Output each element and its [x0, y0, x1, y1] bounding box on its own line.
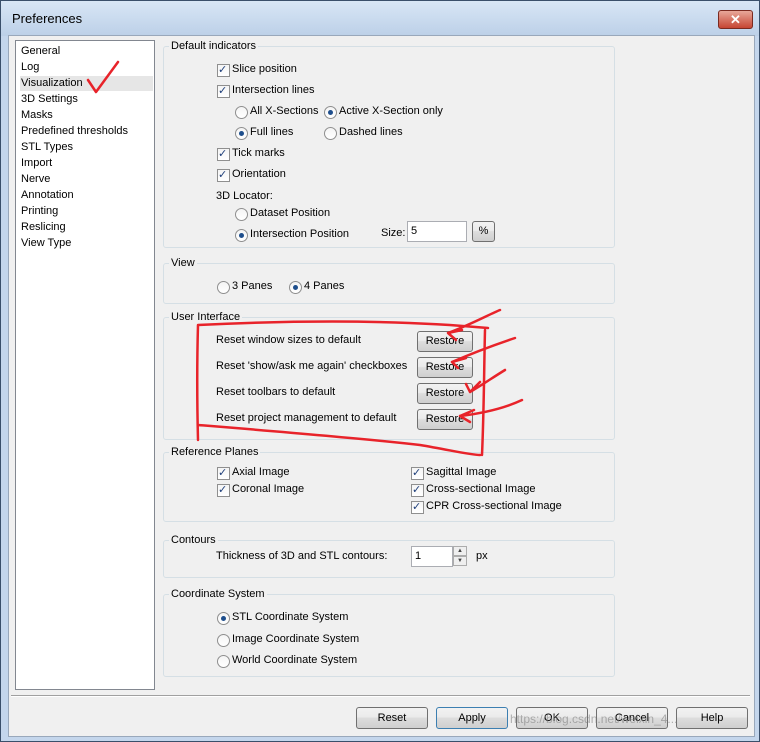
- apply-button[interactable]: Apply: [436, 707, 508, 729]
- three-panes-label: 3 Panes: [232, 280, 273, 292]
- image-coordinate-system-radio[interactable]: [217, 634, 230, 647]
- spin-down-icon[interactable]: ▼: [453, 556, 467, 566]
- dataset-position-radio[interactable]: [235, 208, 248, 221]
- watermark: https://blog.csdn.net/weixin_4...: [510, 712, 678, 726]
- nav-item-log[interactable]: Log: [20, 60, 153, 75]
- user-interface-title: User Interface: [169, 311, 243, 323]
- full-lines-label: Full lines: [250, 126, 294, 138]
- reset-toolbars-label: Reset toolbars to default: [216, 386, 336, 398]
- all-x-sections-radio[interactable]: [235, 106, 248, 119]
- view-title: View: [169, 257, 197, 269]
- nav-item-printing[interactable]: Printing: [20, 204, 153, 219]
- nav-item-nerve[interactable]: Nerve: [20, 172, 153, 187]
- spin-up-icon[interactable]: ▲: [453, 546, 467, 556]
- world-coordinate-system-radio[interactable]: [217, 655, 230, 668]
- intersection-position-radio[interactable]: [235, 229, 248, 242]
- reset-project-management-label: Reset project management to default: [216, 412, 397, 424]
- nav-item-view-type[interactable]: View Type: [20, 236, 153, 251]
- cpr-cross-sectional-image-label: CPR Cross-sectional Image: [426, 500, 562, 512]
- coronal-image-checkbox[interactable]: [217, 483, 230, 497]
- coronal-image-label: Coronal Image: [232, 483, 305, 495]
- stl-coordinate-system-radio[interactable]: [217, 612, 230, 625]
- axial-image-label: Axial Image: [232, 466, 290, 478]
- orientation-label: Orientation: [232, 168, 286, 180]
- dashed-lines-label: Dashed lines: [339, 126, 403, 138]
- cross-sectional-image-label: Cross-sectional Image: [426, 483, 536, 495]
- preferences-window: Preferences ✕ General Log Visualization …: [0, 0, 760, 742]
- category-list: General Log Visualization 3D Settings Ma…: [15, 40, 155, 690]
- dialog-client-area: General Log Visualization 3D Settings Ma…: [8, 35, 755, 737]
- window-title: Preferences: [12, 11, 83, 26]
- dataset-position-label: Dataset Position: [250, 207, 331, 219]
- restore-window-sizes-button[interactable]: Restore: [417, 331, 473, 352]
- 3d-locator-label: 3D Locator:: [216, 190, 273, 202]
- restore-checkboxes-button[interactable]: Restore: [417, 357, 473, 378]
- close-button[interactable]: ✕: [718, 10, 753, 29]
- nav-item-stl-types[interactable]: STL Types: [20, 140, 153, 155]
- reference-planes-title: Reference Planes: [169, 446, 261, 458]
- restore-project-management-button[interactable]: Restore: [417, 409, 473, 430]
- active-x-section-only-radio[interactable]: [324, 106, 337, 119]
- active-x-section-only-label: Active X-Section only: [339, 105, 443, 117]
- default-indicators-group: [163, 46, 615, 248]
- nav-item-import[interactable]: Import: [20, 156, 153, 171]
- percent-button[interactable]: %: [472, 221, 495, 242]
- nav-item-visualization[interactable]: Visualization: [20, 76, 153, 91]
- world-coordinate-system-label: World Coordinate System: [232, 654, 358, 666]
- nav-item-annotation[interactable]: Annotation: [20, 188, 153, 203]
- size-input[interactable]: 5: [407, 221, 467, 242]
- contours-title: Contours: [169, 534, 218, 546]
- footer-separator: [11, 695, 750, 697]
- full-lines-radio[interactable]: [235, 127, 248, 140]
- stl-coordinate-system-label: STL Coordinate System: [232, 611, 349, 623]
- dashed-lines-radio[interactable]: [324, 127, 337, 140]
- all-x-sections-label: All X-Sections: [250, 105, 319, 117]
- four-panes-label: 4 Panes: [304, 280, 345, 292]
- nav-item-3d-settings[interactable]: 3D Settings: [20, 92, 153, 107]
- nav-item-general[interactable]: General: [20, 44, 153, 59]
- coordinate-system-title: Coordinate System: [169, 588, 267, 600]
- default-indicators-title: Default indicators: [169, 40, 258, 52]
- nav-item-masks[interactable]: Masks: [20, 108, 153, 123]
- view-group: [163, 263, 615, 304]
- reset-button[interactable]: Reset: [356, 707, 428, 729]
- title-bar[interactable]: Preferences ✕: [1, 1, 759, 36]
- tick-marks-checkbox[interactable]: [217, 147, 230, 161]
- help-button[interactable]: Help: [676, 707, 748, 729]
- intersection-lines-label: Intersection lines: [232, 84, 315, 96]
- thickness-label: Thickness of 3D and STL contours:: [216, 550, 388, 562]
- three-panes-radio[interactable]: [217, 281, 230, 294]
- sagittal-image-label: Sagittal Image: [426, 466, 497, 478]
- cpr-cross-sectional-image-checkbox[interactable]: [411, 500, 424, 514]
- restore-toolbars-button[interactable]: Restore: [417, 383, 473, 404]
- thickness-unit: px: [476, 550, 488, 562]
- slice-position-checkbox[interactable]: [217, 63, 230, 77]
- four-panes-radio[interactable]: [289, 281, 302, 294]
- reset-checkboxes-label: Reset 'show/ask me again' checkboxes: [216, 360, 408, 372]
- intersection-position-label: Intersection Position: [250, 228, 350, 240]
- thickness-input[interactable]: 1: [411, 546, 453, 567]
- nav-item-reslicing[interactable]: Reslicing: [20, 220, 153, 235]
- reset-window-sizes-label: Reset window sizes to default: [216, 334, 361, 346]
- tick-marks-label: Tick marks: [232, 147, 285, 159]
- image-coordinate-system-label: Image Coordinate System: [232, 633, 360, 645]
- coordinate-system-group: [163, 594, 615, 677]
- thickness-spinner[interactable]: ▲ ▼: [453, 546, 467, 567]
- sagittal-image-checkbox[interactable]: [411, 466, 424, 480]
- orientation-checkbox[interactable]: [217, 168, 230, 182]
- size-label: Size:: [381, 227, 406, 239]
- axial-image-checkbox[interactable]: [217, 466, 230, 480]
- intersection-lines-checkbox[interactable]: [217, 84, 230, 98]
- slice-position-label: Slice position: [232, 63, 297, 75]
- cross-sectional-image-checkbox[interactable]: [411, 483, 424, 497]
- nav-item-predefined-thresholds[interactable]: Predefined thresholds: [20, 124, 153, 139]
